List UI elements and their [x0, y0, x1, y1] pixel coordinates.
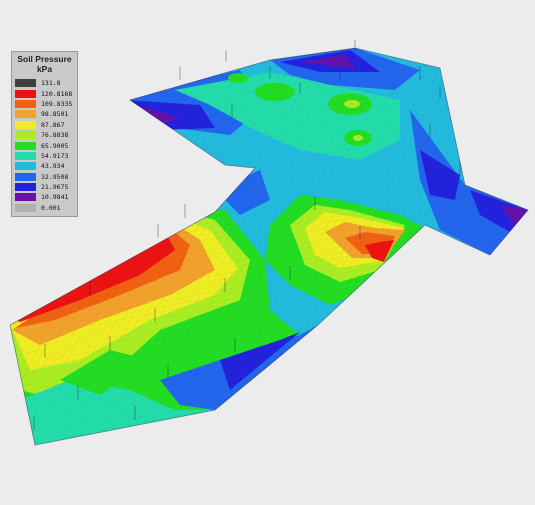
legend-swatch: [15, 172, 36, 181]
legend-swatch: [15, 120, 36, 129]
legend-row: 98.8501: [15, 109, 74, 119]
legend-row: 0.001: [15, 203, 74, 213]
legend-value-label: 21.9675: [41, 183, 69, 192]
legend-swatch: [15, 79, 36, 88]
legend-value-label: 76.8838: [41, 131, 69, 140]
slab-surface: [10, 48, 528, 445]
legend-swatch: [15, 110, 36, 119]
soil-pressure-legend[interactable]: Soil Pressure kPa 131.8 120.8168 109.8335 9…: [11, 51, 78, 218]
legend-row: 76.8838: [15, 130, 74, 140]
legend-row: 120.8168: [15, 88, 74, 98]
3d-viewport[interactable]: [0, 0, 535, 500]
legend-row: 54.9173: [15, 151, 74, 161]
legend-swatch: [15, 183, 36, 192]
legend-row: 131.8: [15, 78, 74, 88]
legend-row: 65.9005: [15, 140, 74, 150]
legend-swatch: [15, 99, 36, 108]
legend-swatch: [15, 151, 36, 160]
legend-value-label: 109.8335: [41, 99, 73, 108]
legend-row: 32.9508: [15, 172, 74, 182]
legend-swatch: [15, 193, 36, 202]
legend-value-label: 43.934: [41, 162, 65, 171]
legend-row: 21.9675: [15, 182, 74, 192]
legend-swatch: [15, 89, 36, 98]
legend-title: Soil Pressure: [17, 54, 72, 64]
legend-row: 87.867: [15, 120, 74, 130]
legend-swatch: [15, 162, 36, 171]
legend-value-label: 32.9508: [41, 172, 69, 181]
legend-swatch: [15, 203, 36, 212]
legend-value-label: 65.9005: [41, 141, 69, 150]
legend-swatch: [15, 141, 36, 150]
legend-unit: kPa: [36, 64, 53, 74]
legend-row: 109.8335: [15, 99, 74, 109]
legend-row: 43.934: [15, 161, 74, 171]
legend-entries: 131.8 120.8168 109.8335 98.8501 87.867 76.883…: [15, 78, 74, 213]
legend-row: 10.9841: [15, 192, 74, 202]
legend-value-label: 54.9173: [41, 151, 69, 160]
legend-value-label: 10.9841: [41, 193, 69, 202]
legend-value-label: 120.8168: [41, 89, 73, 98]
legend-swatch: [15, 131, 36, 140]
legend-value-label: 87.867: [41, 120, 65, 129]
legend-value-label: 98.8501: [41, 110, 69, 119]
soil-pressure-contour-plot: [9, 40, 529, 446]
legend-value-label: 131.8: [41, 79, 61, 88]
legend-value-label: 0.001: [41, 203, 61, 212]
